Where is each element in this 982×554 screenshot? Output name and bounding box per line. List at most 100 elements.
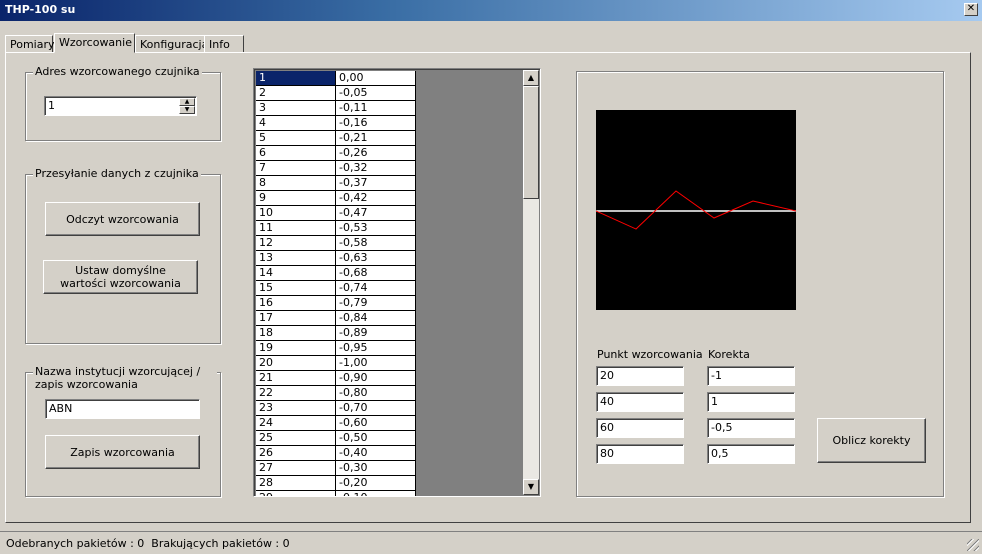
close-button[interactable]: ✕: [964, 3, 978, 16]
tab-konfiguracja[interactable]: Konfiguracja: [135, 35, 208, 53]
scroll-up-button[interactable]: ▲: [523, 70, 539, 86]
row-value-cell[interactable]: -0,10: [336, 491, 416, 496]
row-value-cell[interactable]: -0,26: [336, 146, 416, 161]
correction-input-4[interactable]: 0,5: [707, 444, 795, 464]
row-index-cell[interactable]: 21: [256, 371, 336, 386]
correction-input-3[interactable]: -0,5: [707, 418, 795, 438]
row-value-cell[interactable]: -0,21: [336, 131, 416, 146]
row-index-cell[interactable]: 14: [256, 266, 336, 281]
row-value-cell[interactable]: -0,74: [336, 281, 416, 296]
row-value-cell[interactable]: -0,40: [336, 446, 416, 461]
row-index-cell[interactable]: 12: [256, 236, 336, 251]
save-calibration-button[interactable]: Zapis wzorcowania: [45, 435, 200, 469]
row-index-cell[interactable]: 6: [256, 146, 336, 161]
table-row[interactable]: 16 -0,79: [256, 296, 416, 311]
row-index-cell[interactable]: 23: [256, 401, 336, 416]
row-value-cell[interactable]: -0,05: [336, 86, 416, 101]
row-index-cell[interactable]: 28: [256, 476, 336, 491]
table-row[interactable]: 11 -0,53: [256, 221, 416, 236]
row-index-cell[interactable]: 18: [256, 326, 336, 341]
row-index-cell[interactable]: 22: [256, 386, 336, 401]
correction-input-2[interactable]: 1: [707, 392, 795, 412]
row-index-cell[interactable]: 19: [256, 341, 336, 356]
row-index-cell[interactable]: 15: [256, 281, 336, 296]
table-row[interactable]: 13 -0,63: [256, 251, 416, 266]
calibration-point-input-4[interactable]: 80: [596, 444, 684, 464]
table-row[interactable]: 15 -0,74: [256, 281, 416, 296]
tab-pomiary[interactable]: Pomiary: [5, 35, 55, 53]
table-row[interactable]: 6 -0,26: [256, 146, 416, 161]
row-index-cell[interactable]: 27: [256, 461, 336, 476]
read-calibration-button[interactable]: Odczyt wzorcowania: [45, 202, 200, 236]
row-index-cell[interactable]: 17: [256, 311, 336, 326]
row-value-cell[interactable]: -0,95: [336, 341, 416, 356]
row-value-cell[interactable]: -0,60: [336, 416, 416, 431]
table-row[interactable]: 17 -0,84: [256, 311, 416, 326]
calibration-point-input-1[interactable]: 20: [596, 366, 684, 386]
row-index-cell[interactable]: 25: [256, 431, 336, 446]
spin-down-button[interactable]: ▼: [179, 106, 195, 114]
row-index-cell[interactable]: 9: [256, 191, 336, 206]
row-index-cell[interactable]: 8: [256, 176, 336, 191]
row-index-cell[interactable]: 26: [256, 446, 336, 461]
table-row[interactable]: 22 -0,80: [256, 386, 416, 401]
table-row[interactable]: 9 -0,42: [256, 191, 416, 206]
spin-up-button[interactable]: ▲: [179, 98, 195, 106]
row-value-cell[interactable]: -0,70: [336, 401, 416, 416]
table-row[interactable]: 12 -0,58: [256, 236, 416, 251]
row-index-cell[interactable]: 13: [256, 251, 336, 266]
calibration-point-input-2[interactable]: 40: [596, 392, 684, 412]
table-row[interactable]: 21 -0,90: [256, 371, 416, 386]
row-value-cell[interactable]: -0,47: [336, 206, 416, 221]
row-value-cell[interactable]: -0,84: [336, 311, 416, 326]
table-row[interactable]: 24 -0,60: [256, 416, 416, 431]
row-index-cell[interactable]: 2: [256, 86, 336, 101]
row-index-cell[interactable]: 5: [256, 131, 336, 146]
calibration-point-input-3[interactable]: 60: [596, 418, 684, 438]
table-row[interactable]: 20 -1,00: [256, 356, 416, 371]
row-value-cell[interactable]: -0,90: [336, 371, 416, 386]
institution-name-input[interactable]: ABN: [45, 399, 200, 419]
row-value-cell[interactable]: -0,11: [336, 101, 416, 116]
scroll-down-button[interactable]: ▼: [523, 479, 539, 495]
row-value-cell[interactable]: -0,20: [336, 476, 416, 491]
row-value-cell[interactable]: -0,79: [336, 296, 416, 311]
row-index-cell[interactable]: 16: [256, 296, 336, 311]
table-row[interactable]: 19 -0,95: [256, 341, 416, 356]
table-row[interactable]: 14 -0,68: [256, 266, 416, 281]
row-value-cell[interactable]: -0,37: [336, 176, 416, 191]
table-row[interactable]: 3 -0,11: [256, 101, 416, 116]
row-value-cell[interactable]: -0,42: [336, 191, 416, 206]
row-value-cell[interactable]: -0,50: [336, 431, 416, 446]
row-index-cell[interactable]: 29: [256, 491, 336, 496]
row-value-cell[interactable]: -0,68: [336, 266, 416, 281]
compute-corrections-button[interactable]: Oblicz korekty: [817, 418, 926, 463]
table-row[interactable]: 29-0,10: [256, 491, 416, 496]
row-index-cell[interactable]: 24: [256, 416, 336, 431]
table-row[interactable]: 8 -0,37: [256, 176, 416, 191]
tab-info[interactable]: Info: [204, 35, 244, 53]
table-row[interactable]: 1 0,00: [256, 71, 416, 86]
table-row[interactable]: 28 -0,20: [256, 476, 416, 491]
row-index-cell[interactable]: 4: [256, 116, 336, 131]
row-value-cell[interactable]: -0,30: [336, 461, 416, 476]
row-value-cell[interactable]: -0,32: [336, 161, 416, 176]
table-row[interactable]: 25 -0,50: [256, 431, 416, 446]
table-row[interactable]: 4 -0,16: [256, 116, 416, 131]
row-value-cell[interactable]: -0,53: [336, 221, 416, 236]
row-index-cell[interactable]: 10: [256, 206, 336, 221]
sensor-address-spinner[interactable]: 1 ▲ ▼: [44, 96, 197, 116]
row-value-cell[interactable]: -0,89: [336, 326, 416, 341]
table-row[interactable]: 27 -0,30: [256, 461, 416, 476]
row-index-cell[interactable]: 20: [256, 356, 336, 371]
table-row[interactable]: 23 -0,70: [256, 401, 416, 416]
row-value-cell[interactable]: -0,58: [336, 236, 416, 251]
calibration-table[interactable]: 1 0,00 2 -0,05 3 -0,11 4 -0,16 5 -0,21 6 -0,26 7 -0,3…: [253, 68, 541, 497]
tab-wzorcowanie[interactable]: Wzorcowanie: [54, 33, 135, 53]
table-row[interactable]: 10 -0,47: [256, 206, 416, 221]
table-row[interactable]: 2 -0,05: [256, 86, 416, 101]
resize-grip-icon[interactable]: [967, 539, 979, 551]
title-bar[interactable]: THP-100 su ✕: [0, 0, 982, 21]
set-defaults-button[interactable]: Ustaw domyślne wartości wzorcowania: [43, 260, 198, 294]
row-value-cell[interactable]: -1,00: [336, 356, 416, 371]
